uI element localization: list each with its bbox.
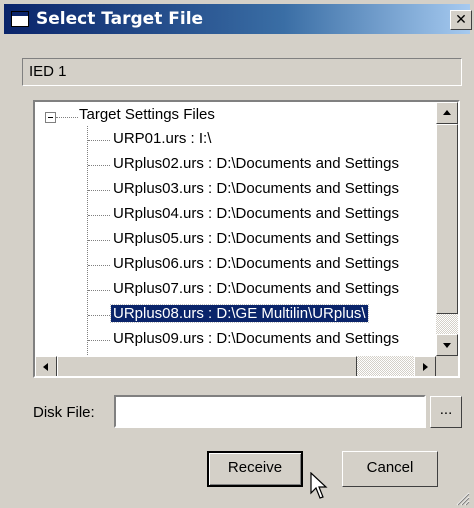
target-files-tree[interactable]: Target Settings Files URP01.urs : I:\ URp… [33, 100, 460, 378]
vertical-scrollbar[interactable] [436, 102, 458, 356]
tree-connector [88, 240, 110, 241]
vertical-scroll-thumb[interactable] [436, 124, 458, 314]
tree-connector [88, 215, 110, 216]
collapse-icon[interactable] [45, 112, 56, 123]
tree-item[interactable]: URplus06.urs : D:\Documents and Settings [111, 255, 401, 272]
tree-item-selected[interactable]: URplus08.urs : D:\GE Multilin\URplus\ [110, 304, 369, 323]
scroll-left-button[interactable] [35, 356, 57, 376]
horizontal-scroll-thumb[interactable] [57, 356, 357, 376]
disk-file-input[interactable] [114, 395, 426, 428]
arrow-down-icon [443, 343, 451, 348]
scroll-right-button[interactable] [414, 356, 436, 376]
mouse-pointer-icon [310, 472, 328, 499]
tree-item[interactable]: URplus09.urs : D:\Documents and Settings [111, 330, 401, 347]
browse-button[interactable]: ... [430, 396, 462, 428]
window-icon [11, 11, 29, 27]
tree-connector [88, 265, 110, 266]
scrollbar-corner [436, 356, 458, 376]
scroll-up-button[interactable] [436, 102, 458, 124]
receive-button[interactable]: Receive [207, 451, 303, 487]
tree-connector [88, 190, 110, 191]
arrow-left-icon [43, 363, 48, 371]
title-bar[interactable]: Select Target File ✕ [4, 4, 472, 34]
tree-view-area: Target Settings Files URP01.urs : I:\ URp… [35, 102, 436, 356]
tree-connector [88, 340, 110, 341]
tree-connector [88, 165, 110, 166]
tree-item[interactable]: URplus04.urs : D:\Documents and Settings [111, 205, 401, 222]
window-title: Select Target File [36, 9, 204, 29]
select-target-file-dialog: Select Target File ✕ IED 1 Target Settin… [0, 0, 474, 508]
tree-item[interactable]: URplus05.urs : D:\Documents and Settings [111, 230, 401, 247]
tree-item[interactable]: URplus07.urs : D:\Documents and Settings [111, 280, 401, 297]
horizontal-scrollbar[interactable] [35, 356, 436, 376]
scroll-down-button[interactable] [436, 334, 458, 356]
tree-connector [88, 290, 110, 291]
tree-connector [56, 117, 78, 118]
arrow-right-icon [423, 363, 428, 371]
tree-item[interactable]: URplus02.urs : D:\Documents and Settings [111, 155, 401, 172]
resize-grip-icon[interactable] [452, 488, 470, 506]
tree-connector [88, 140, 110, 141]
cancel-button[interactable]: Cancel [342, 451, 438, 487]
tree-item[interactable]: URplus03.urs : D:\Documents and Settings [111, 180, 401, 197]
arrow-up-icon [443, 110, 451, 115]
tree-connector [88, 315, 110, 316]
tree-connector [87, 126, 88, 356]
disk-file-label: Disk File: [33, 404, 95, 421]
close-button[interactable]: ✕ [450, 10, 472, 30]
ied-name-field: IED 1 [22, 58, 462, 86]
tree-root-label[interactable]: Target Settings Files [79, 106, 215, 123]
tree-item[interactable]: URP01.urs : I:\ [111, 130, 213, 147]
